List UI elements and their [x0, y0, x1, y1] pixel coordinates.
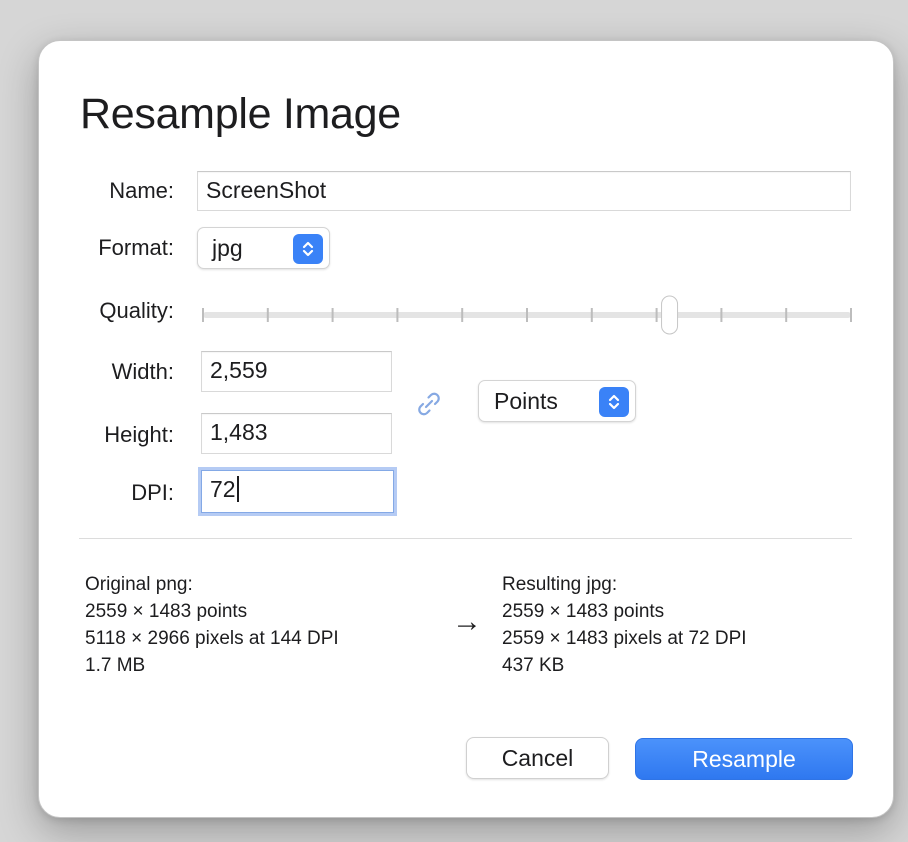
width-input-value: 2,559 — [210, 357, 268, 383]
text-caret — [236, 476, 239, 502]
quality-slider-tick — [396, 308, 399, 322]
cancel-button[interactable]: Cancel — [466, 737, 609, 779]
width-label: Width: — [111, 359, 174, 384]
right-arrow-icon: → — [452, 605, 482, 638]
original-heading: Original png: — [85, 574, 193, 595]
quality-slider-tick — [785, 308, 788, 322]
name-input-value: ScreenShot — [206, 177, 327, 203]
dpi-input-value: 72 — [210, 476, 236, 502]
dpi-input[interactable]: 72 — [201, 470, 394, 513]
format-popup[interactable]: jpg — [197, 227, 330, 269]
quality-slider-tick — [526, 308, 528, 322]
original-size: 1.7 MB — [85, 655, 146, 676]
original-summary: Original png: 2559 × 1483 points 5118 × … — [85, 571, 339, 679]
result-pixels: 2559 × 1483 pixels at 72 DPI — [502, 628, 747, 649]
quality-slider-knob[interactable] — [661, 295, 679, 335]
name-input[interactable]: ScreenShot — [197, 171, 851, 211]
units-popup[interactable]: Points — [478, 380, 636, 422]
width-input[interactable]: 2,559 — [201, 351, 392, 392]
quality-slider[interactable] — [201, 295, 853, 339]
format-popup-value: jpg — [212, 235, 243, 261]
result-points: 2559 × 1483 points — [502, 601, 665, 622]
resample-image-dialog: Resample Image Name: ScreenShot Format: … — [38, 40, 894, 818]
units-popup-value: Points — [494, 388, 558, 414]
quality-slider-track — [202, 295, 852, 335]
quality-slider-tick — [655, 308, 658, 322]
dialog-title: Resample Image — [80, 90, 401, 138]
name-label: Name: — [109, 178, 174, 203]
quality-slider-tick — [202, 308, 204, 322]
quality-slider-tick — [266, 308, 269, 322]
result-heading: Resulting jpg: — [502, 574, 618, 595]
quality-slider-tick — [720, 308, 723, 322]
format-label: Format: — [98, 235, 174, 260]
height-input-value: 1,483 — [210, 419, 268, 445]
height-label: Height: — [104, 422, 174, 447]
original-pixels: 5118 × 2966 pixels at 144 DPI — [85, 628, 339, 649]
quality-slider-tick — [461, 308, 464, 322]
quality-slider-tick — [331, 308, 334, 322]
link-chain-icon[interactable] — [411, 386, 447, 422]
quality-slider-tick — [590, 308, 593, 322]
updown-chevron-icon — [293, 234, 323, 264]
result-size: 437 KB — [502, 655, 565, 676]
quality-label: Quality: — [99, 298, 174, 323]
resample-button[interactable]: Resample — [635, 738, 853, 780]
height-input[interactable]: 1,483 — [201, 413, 392, 454]
result-summary: Resulting jpg: 2559 × 1483 points 2559 ×… — [502, 571, 747, 679]
updown-chevron-icon — [599, 387, 629, 417]
quality-slider-tick — [850, 308, 852, 322]
divider — [79, 538, 852, 539]
dpi-label: DPI: — [131, 480, 174, 505]
original-points: 2559 × 1483 points — [85, 601, 248, 622]
quality-slider-thumb[interactable] — [661, 295, 679, 335]
